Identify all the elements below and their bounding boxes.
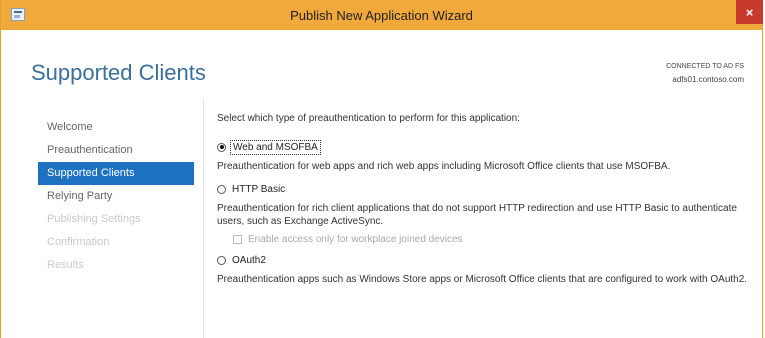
nav-item-relying-party[interactable]: Relying Party [38,185,194,208]
radio-web-msofba[interactable]: Web and MSOFBA [217,139,757,155]
nav-item-welcome[interactable]: Welcome [38,116,194,139]
nav-item-results: Results [47,259,84,271]
nav-item-confirmation: Confirmation [47,236,110,248]
checkbox-label: Enable access only for workplace joined … [248,233,463,245]
wizard-steps-nav: Welcome Preauthentication Supported Clie… [38,116,194,277]
title-bar[interactable]: Publish New Application Wizard × [1,0,763,30]
radio-label[interactable]: OAuth2 [232,255,266,266]
option-http-basic: HTTP Basic Preauthentication for rich cl… [217,181,757,246]
option-oauth2: OAuth2 Preauthentication apps such as Wi… [217,252,757,286]
radio-label[interactable]: HTTP Basic [232,184,285,195]
nav-item-preauthentication[interactable]: Preauthentication [38,139,194,162]
close-icon: × [745,4,754,20]
radio-label[interactable]: Web and MSOFBA [230,139,321,155]
wizard-app-icon [11,8,25,21]
radio-oauth2[interactable]: OAuth2 [217,252,757,268]
workplace-joined-checkbox[interactable] [233,234,242,244]
connection-label: CONNECTED TO AD FS [666,63,744,70]
option-description: Preauthentication for rich client applic… [217,203,737,227]
wizard-window: Publish New Application Wizard × Support… [0,0,763,338]
option-description: Preauthentication for web apps and rich … [217,161,671,172]
radio-button[interactable] [217,184,226,194]
radio-http-basic[interactable]: HTTP Basic [217,181,757,197]
nav-item-publishing-settings: Publishing Settings [47,213,141,225]
server-name: adfs01.contoso.com [672,75,744,84]
content-panel: Select which type of preauthentication t… [217,113,757,294]
radio-button-checked[interactable] [217,142,226,152]
page-title: Supported Clients [31,60,206,85]
radio-button[interactable] [217,255,226,265]
preauth-prompt: Select which type of preauthentication t… [217,113,520,124]
nav-item-supported-clients[interactable]: Supported Clients [38,162,194,185]
option-web-msofba: Web and MSOFBA Preauthentication for web… [217,139,757,173]
window-title: Publish New Application Wizard [290,7,473,23]
divider [203,98,204,338]
workplace-joined-checkbox-row: Enable access only for workplace joined … [233,232,757,246]
connection-info: CONNECTED TO AD FS adfs01.contoso.com [666,60,744,86]
close-button[interactable]: × [736,0,763,24]
option-description: Preauthentication apps such as Windows S… [217,274,748,285]
